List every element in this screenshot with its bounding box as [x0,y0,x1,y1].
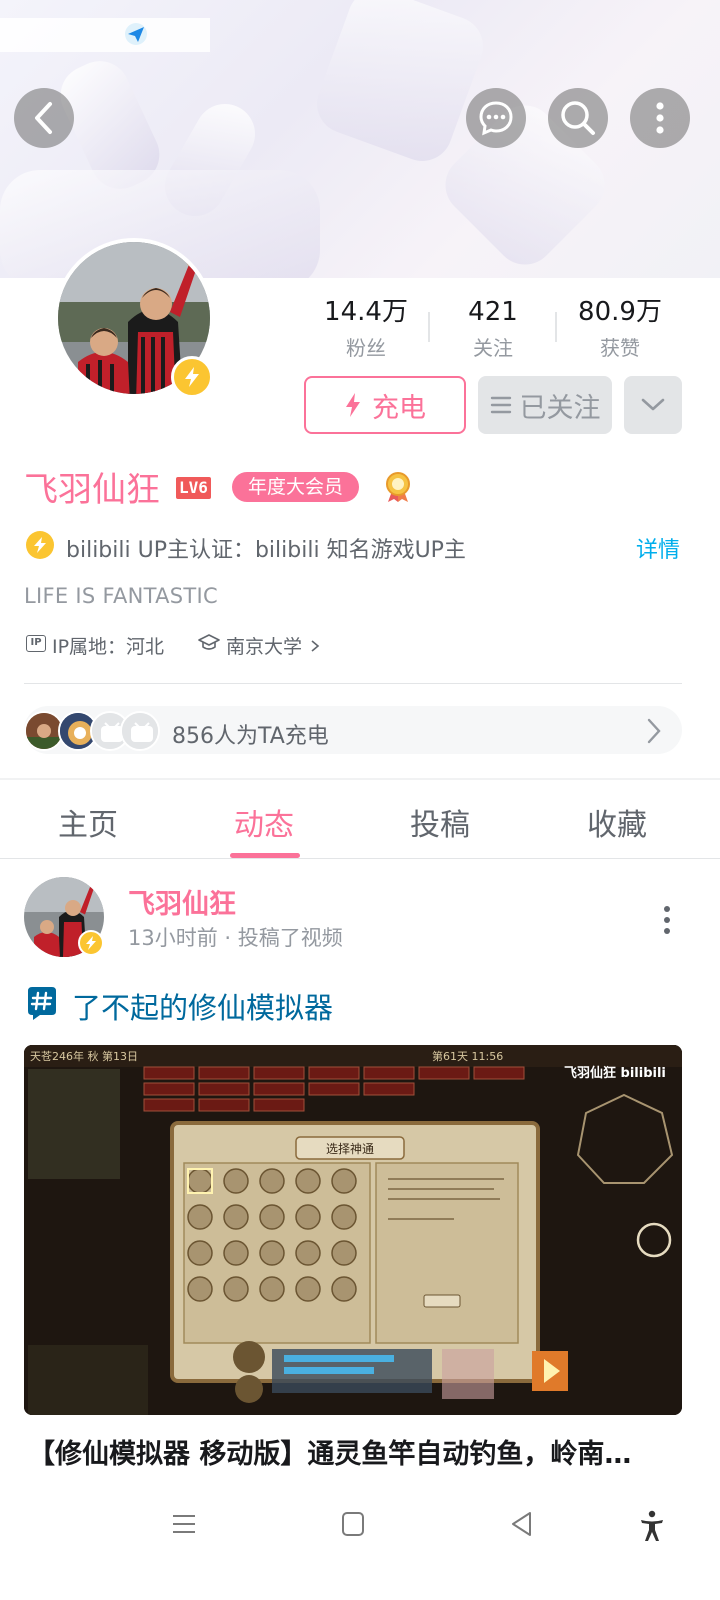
chevron-right-icon [647,718,661,744]
certification-text: bilibili UP主认证：bilibili 知名游戏UP主 [66,538,466,563]
stat-followers[interactable]: 14.4万 粉丝 [306,296,426,361]
tab-dynamics[interactable]: 动态 [234,800,294,844]
divider [555,312,557,342]
divider [24,683,682,684]
divider [0,858,720,859]
charge-label: 充电 [372,392,426,424]
vip-badge[interactable]: 年度大会员 [232,472,360,502]
search-icon [561,101,595,135]
user-name: 飞羽仙狂 [24,470,160,510]
video-thumbnail[interactable]: 天苍246年 秋 第13日 第61天 11:56 飞羽仙狂 bilibili 选… [24,1045,682,1415]
thumb-dialog-title: 选择神通 [326,1142,374,1156]
video-title[interactable]: 【修仙模拟器 移动版】通灵鱼竿自动钓鱼，岭南… [28,1432,678,1471]
home-square-icon[interactable] [340,1510,366,1538]
certification-detail-link[interactable]: 详情 [636,532,680,564]
chevron-left-icon [35,102,52,134]
lightning-icon [86,936,96,950]
tab-favorites[interactable]: 收藏 [587,800,647,844]
section-divider [0,778,720,780]
back-button[interactable] [14,88,74,148]
post-more-icon[interactable] [662,905,672,935]
message-icon [479,101,513,136]
thumb-time-text: 第61天 11:56 [432,1049,503,1063]
charge-count: 856人为TA充电 [172,724,329,749]
lightning-icon [34,537,46,553]
lightning-icon [346,393,360,417]
menu-icon[interactable] [170,1510,198,1538]
school-link[interactable]: 南京大学 [226,632,320,659]
menu-lines-icon [490,396,511,414]
stat-label: 粉丝 [346,336,386,360]
certification-icon [26,531,54,559]
topic-hashtag-icon [28,987,56,1020]
search-button[interactable] [548,88,608,148]
post-meta: 13小时前 · 投稿了视频 [128,926,343,950]
followed-label: 已关注 [519,392,601,424]
banner-decoration [308,0,492,170]
game-screenshot: 天苍246年 秋 第13日 第61天 11:56 飞羽仙狂 bilibili 选… [24,1045,682,1415]
message-button[interactable] [466,88,526,148]
lightning-icon [185,367,199,387]
stat-value: 421 [468,297,518,327]
post-author-name[interactable]: 飞羽仙狂 [128,882,236,921]
stat-following[interactable]: 421 关注 [433,296,553,361]
followed-button[interactable]: 已关注 [478,376,612,434]
stat-label: 关注 [473,336,513,360]
chevron-down-icon [641,398,665,411]
signature: LIFE IS FANTASTIC [24,584,219,608]
graduation-cap-icon [198,634,220,650]
expand-button[interactable] [624,376,682,434]
ip-icon: IP [26,635,46,652]
tab-uploads[interactable]: 投稿 [410,800,470,844]
topic-link[interactable]: 了不起的修仙模拟器 [72,985,333,1027]
thumb-watermark: 飞羽仙狂 bilibili [564,1065,666,1081]
charger-avatar [120,711,160,751]
thumb-date-text: 天苍246年 秋 第13日 [30,1049,138,1063]
more-vertical-icon [656,102,664,134]
stat-label: 获赞 [600,336,640,360]
accessibility-icon[interactable] [638,1510,666,1542]
chevron-right-icon [311,640,320,652]
medal-icon[interactable] [384,471,412,503]
back-triangle-icon[interactable] [508,1510,534,1538]
school-name: 南京大学 [226,636,303,658]
verified-badge [171,356,213,398]
status-bar [0,18,210,52]
more-button[interactable] [630,88,690,148]
divider [428,312,430,342]
stat-likes[interactable]: 80.9万 获赞 [560,296,680,361]
app-notification-icon [125,23,147,45]
charge-button[interactable]: 充电 [304,376,466,434]
level-badge: LV6 [176,477,211,499]
stat-value: 14.4万 [324,297,408,327]
ip-location: IP属地：河北 [52,636,165,658]
stat-value: 80.9万 [578,297,662,327]
tab-home[interactable]: 主页 [58,800,118,844]
verified-badge [78,930,104,956]
